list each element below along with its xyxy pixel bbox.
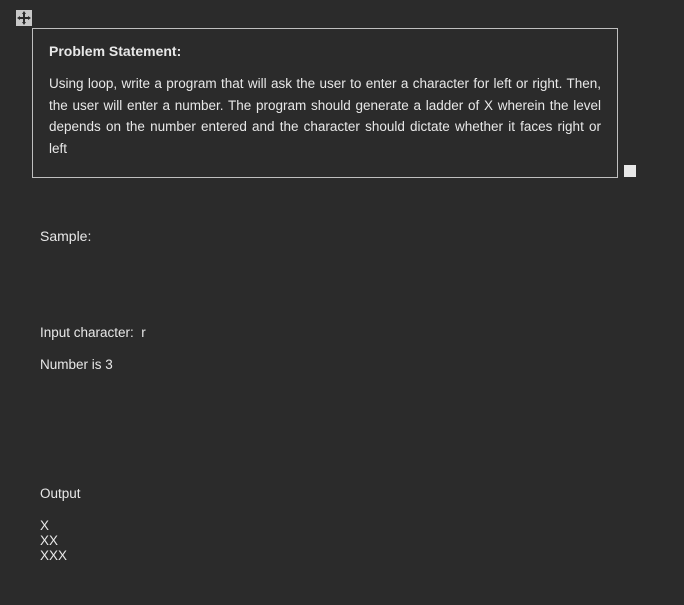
move-icon[interactable] — [16, 10, 32, 26]
problem-title: Problem Statement: — [49, 43, 601, 59]
ex1-number: Number is 3 — [40, 358, 672, 373]
resize-handle[interactable] — [624, 165, 636, 177]
ex1-output-label: Output — [40, 487, 672, 502]
page-root: Problem Statement: Using loop, write a p… — [0, 0, 684, 605]
sample-section: Sample: Input character: r Number is 3 O… — [40, 194, 672, 605]
problem-text: Using loop, write a program that will as… — [49, 73, 601, 159]
example-1: Input character: r Number is 3 — [40, 309, 672, 406]
example-1-output: Output X XX XXX — [40, 470, 672, 597]
ex1-input-char: Input character: r — [40, 326, 672, 341]
sample-title: Sample: — [40, 228, 672, 245]
ex1-ladder: X XX XXX — [40, 519, 672, 564]
problem-statement-box: Problem Statement: Using loop, write a p… — [32, 28, 618, 178]
